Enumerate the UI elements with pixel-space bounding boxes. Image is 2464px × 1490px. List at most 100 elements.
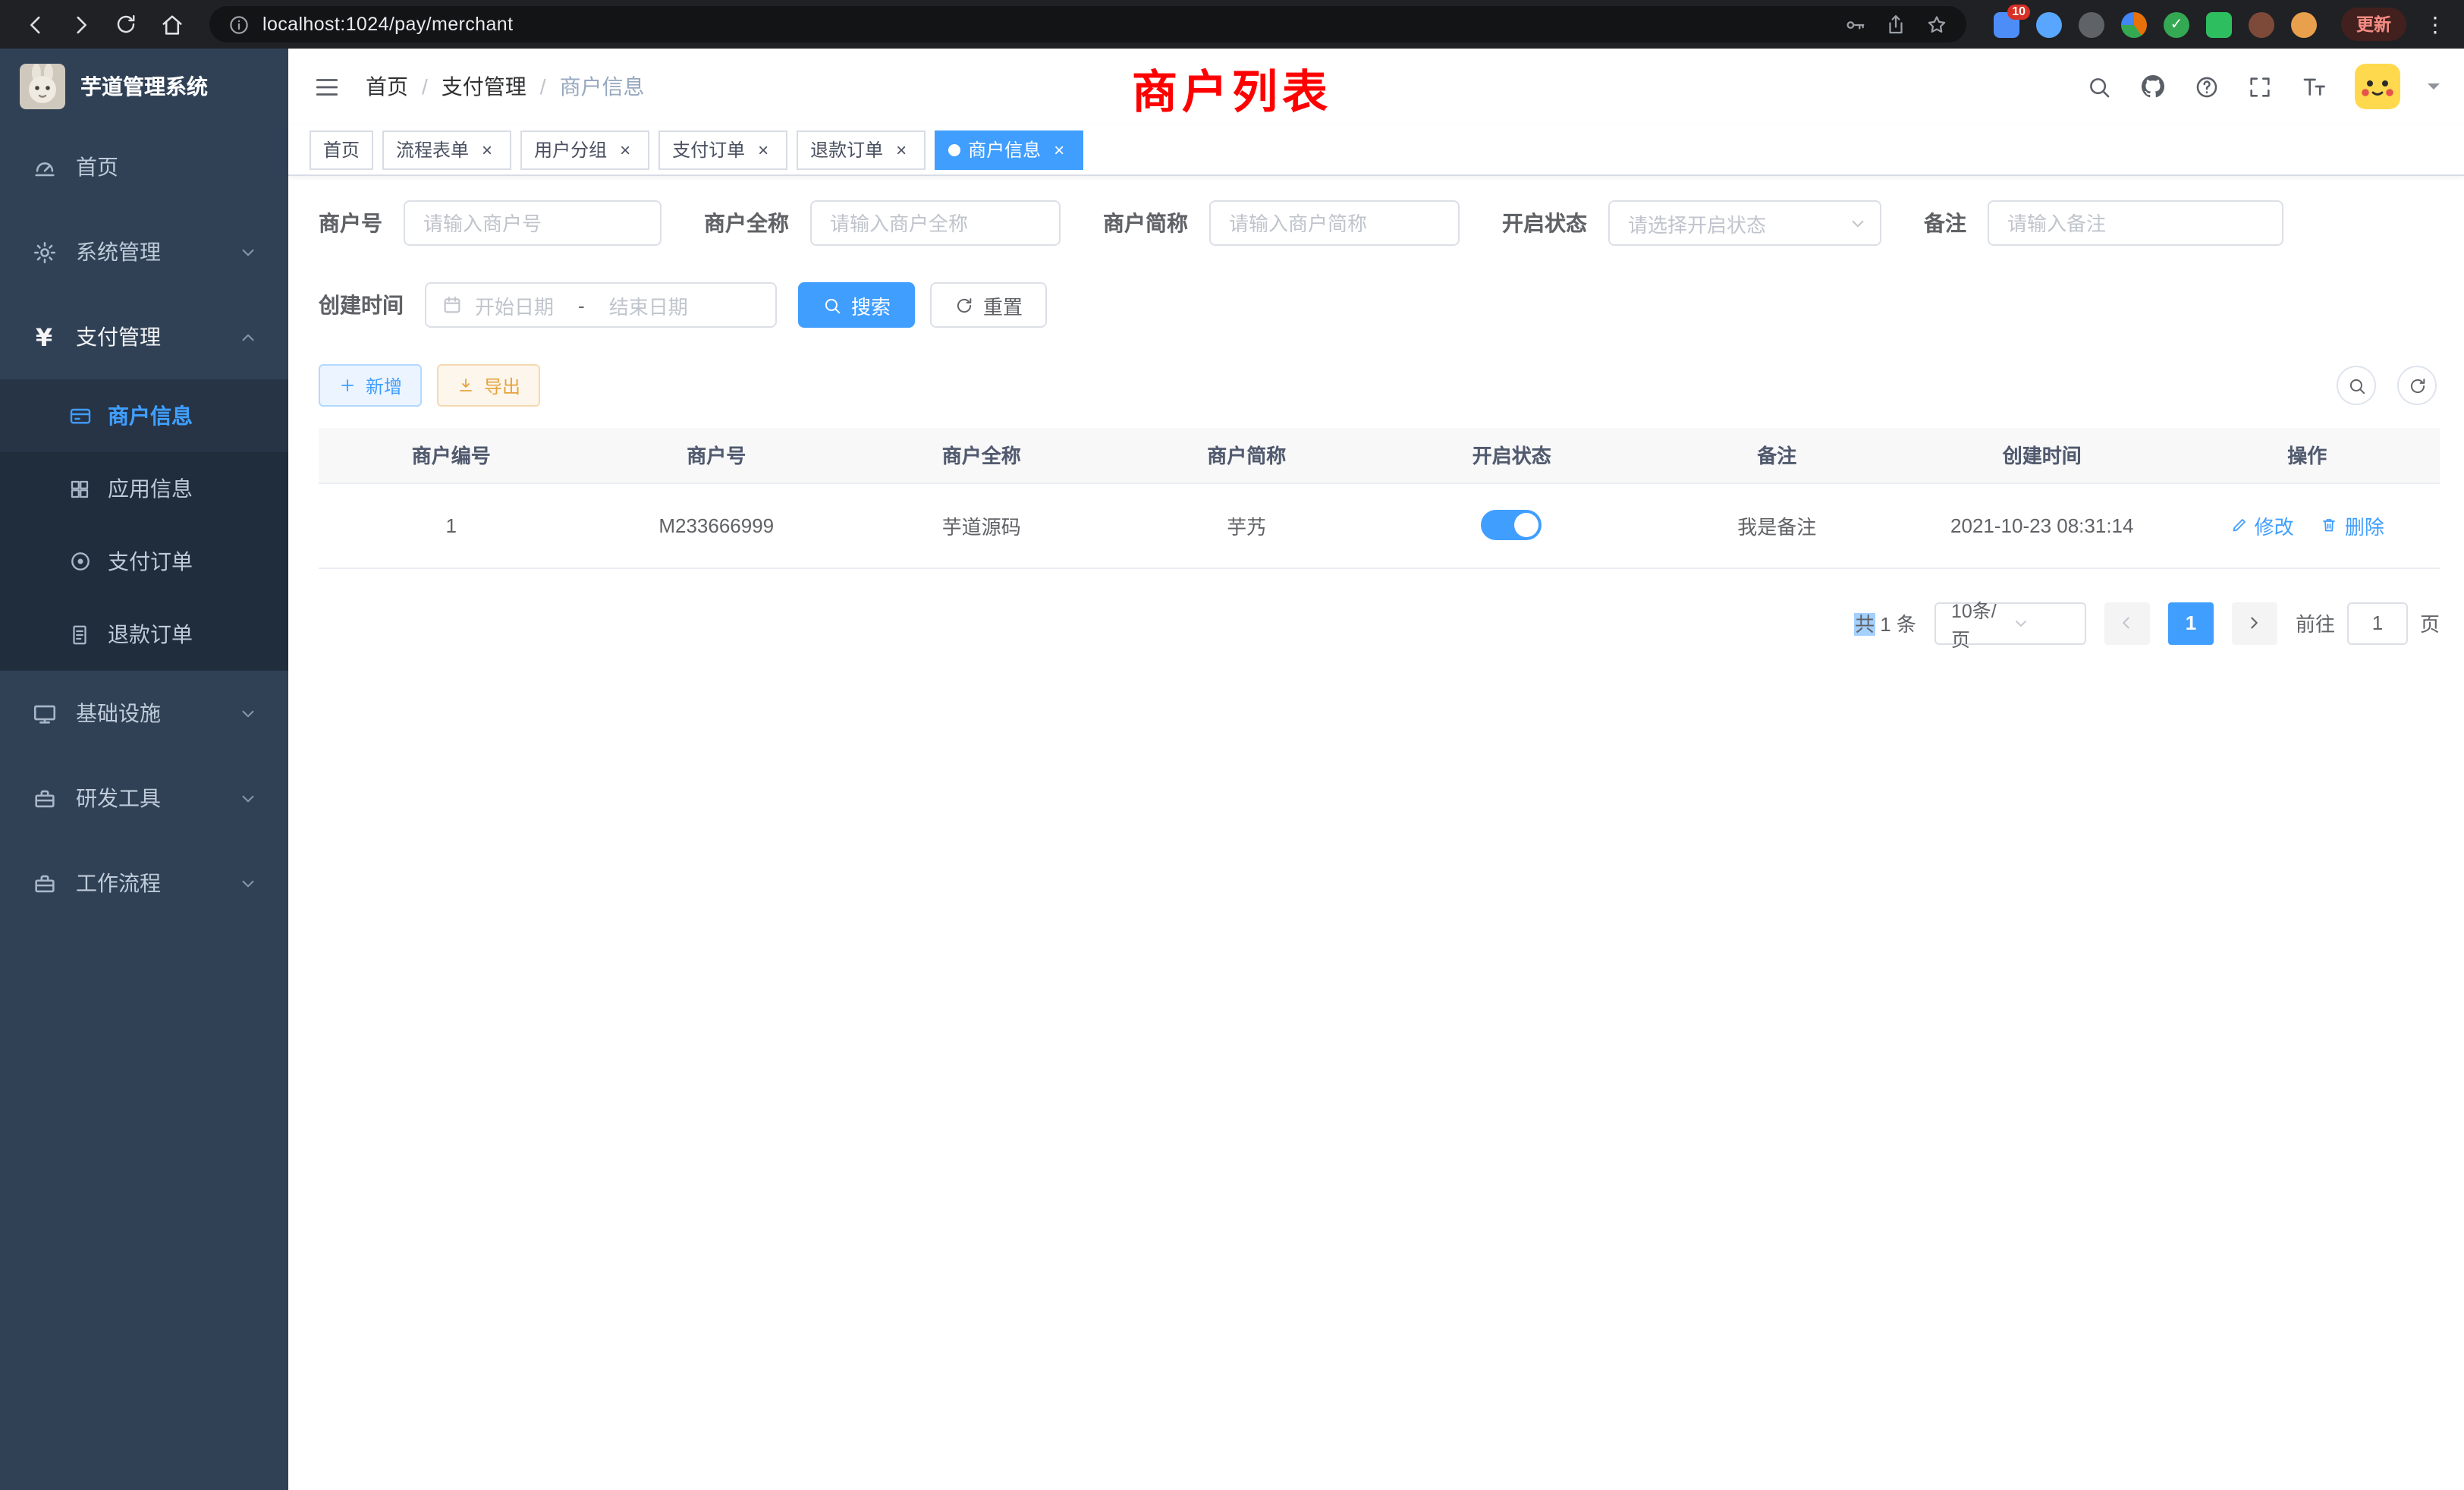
sidebar-item-refund-orders[interactable]: 退款订单 bbox=[0, 598, 288, 671]
share-icon[interactable] bbox=[1884, 13, 1907, 36]
filter-remark: 备注 bbox=[1924, 200, 2283, 246]
chevron-down-icon bbox=[238, 788, 258, 808]
export-button[interactable]: 导出 bbox=[437, 364, 540, 407]
github-icon[interactable] bbox=[2139, 73, 2167, 100]
hamburger-icon[interactable] bbox=[313, 72, 341, 101]
bookmark-star-icon[interactable] bbox=[1925, 13, 1948, 36]
gear-icon bbox=[30, 239, 58, 265]
sidebar-item-infrastructure[interactable]: 基础设施 bbox=[0, 671, 288, 756]
extension-icon[interactable]: 10 bbox=[1994, 11, 2019, 37]
search-icon[interactable] bbox=[2086, 74, 2112, 99]
address-bar[interactable]: localhost:1024/pay/merchant bbox=[209, 6, 1966, 42]
short-name-input[interactable] bbox=[1209, 200, 1460, 246]
next-page-button[interactable] bbox=[2232, 602, 2277, 644]
toggle-search-icon[interactable] bbox=[2337, 366, 2376, 405]
tab-process-form[interactable]: 流程表单 × bbox=[382, 130, 511, 169]
page-number-button[interactable]: 1 bbox=[2168, 602, 2214, 644]
doc-icon bbox=[67, 623, 93, 646]
goto-page-input[interactable] bbox=[2347, 602, 2408, 644]
col-header: 商户号 bbox=[584, 428, 850, 483]
full-name-input[interactable] bbox=[810, 200, 1061, 246]
sidebar-item-app-info[interactable]: 应用信息 bbox=[0, 452, 288, 525]
tab-payment-orders[interactable]: 支付订单 × bbox=[658, 130, 787, 169]
extension-icon[interactable] bbox=[2121, 11, 2147, 37]
sidebar-item-label: 退款订单 bbox=[108, 619, 193, 649]
chevron-down-icon bbox=[238, 242, 258, 262]
close-icon[interactable]: × bbox=[1048, 139, 1070, 160]
button-label: 删除 bbox=[2345, 511, 2384, 539]
table-toolbar: 新增 导出 bbox=[319, 364, 2440, 407]
cell-full-name: 芋道源码 bbox=[849, 483, 1114, 567]
cell-merchant-id: 1 bbox=[319, 483, 584, 567]
extension-icon[interactable] bbox=[2206, 11, 2232, 37]
sidebar-item-dev-tools[interactable]: 研发工具 bbox=[0, 756, 288, 841]
key-icon[interactable] bbox=[1843, 13, 1866, 36]
caret-down-icon[interactable] bbox=[2428, 83, 2440, 96]
sidebar-item-workflow[interactable]: 工作流程 bbox=[0, 841, 288, 926]
button-label: 重置 bbox=[983, 291, 1023, 319]
question-icon[interactable] bbox=[2194, 74, 2220, 99]
browser-reload-button[interactable] bbox=[106, 5, 146, 44]
extension-icon[interactable] bbox=[2249, 11, 2274, 37]
breadcrumb-payment[interactable]: 支付管理 bbox=[442, 71, 526, 102]
merchant-no-input[interactable] bbox=[404, 200, 662, 246]
page-size-select[interactable]: 10条/页 bbox=[1934, 602, 2086, 644]
col-header: 操作 bbox=[2175, 428, 2440, 483]
page-content: 商户号 商户全称 商户简称 开启状态 请选择开启状态 bbox=[288, 176, 2464, 1490]
tab-refund-orders[interactable]: 退款订单 × bbox=[797, 130, 926, 169]
avatar[interactable] bbox=[2355, 64, 2400, 109]
extension-icon[interactable] bbox=[2291, 11, 2317, 37]
page-size-value: 10条/页 bbox=[1951, 594, 2012, 652]
cell-status bbox=[1379, 483, 1645, 567]
close-icon[interactable]: × bbox=[476, 139, 498, 160]
field-label: 商户简称 bbox=[1103, 208, 1188, 238]
cell-merchant-no: M233666999 bbox=[584, 483, 850, 567]
url-text[interactable]: localhost:1024/pay/merchant bbox=[262, 14, 513, 35]
prev-page-button[interactable] bbox=[2104, 602, 2150, 644]
status-select[interactable]: 请选择开启状态 bbox=[1608, 200, 1881, 246]
browser-update-button[interactable]: 更新 bbox=[2341, 8, 2406, 41]
extension-icon[interactable]: ✓ bbox=[2164, 11, 2189, 37]
browser-forward-button[interactable] bbox=[61, 5, 100, 44]
sidebar-item-label: 支付管理 bbox=[76, 322, 161, 352]
extension-icon[interactable] bbox=[2036, 11, 2062, 37]
sidebar-item-merchant-info[interactable]: 商户信息 bbox=[0, 379, 288, 452]
breadcrumb-home[interactable]: 首页 bbox=[366, 71, 408, 102]
filter-row-2: 创建时间 开始日期 - 结束日期 搜索 重置 bbox=[319, 282, 2440, 328]
sidebar-item-payment-orders[interactable]: 支付订单 bbox=[0, 525, 288, 598]
tab-home[interactable]: 首页 bbox=[310, 130, 373, 169]
delete-button[interactable]: 删除 bbox=[2321, 511, 2384, 539]
tab-label: 退款订单 bbox=[810, 137, 883, 162]
extension-icon[interactable] bbox=[2079, 11, 2104, 37]
edit-button[interactable]: 修改 bbox=[2230, 511, 2294, 539]
kebab-menu-icon[interactable]: ⋮ bbox=[2422, 11, 2449, 37]
close-icon[interactable]: × bbox=[753, 139, 774, 160]
add-button[interactable]: 新增 bbox=[319, 364, 422, 407]
filter-row-1: 商户号 商户全称 商户简称 开启状态 请选择开启状态 bbox=[319, 200, 2440, 246]
browser-toolbar: localhost:1024/pay/merchant 10 ✓ 更新 ⋮ bbox=[0, 0, 2464, 49]
close-icon[interactable]: × bbox=[891, 139, 912, 160]
sidebar-item-payment[interactable]: ¥ 支付管理 bbox=[0, 294, 288, 379]
browser-home-button[interactable] bbox=[152, 5, 191, 44]
search-button[interactable]: 搜索 bbox=[798, 282, 915, 328]
fullscreen-icon[interactable] bbox=[2247, 74, 2273, 99]
info-icon[interactable] bbox=[228, 13, 250, 36]
browser-back-button[interactable] bbox=[15, 5, 55, 44]
pagination: 共 1 条 10条/页 1 前往 页 bbox=[319, 602, 2440, 644]
sidebar-item-label: 系统管理 bbox=[76, 237, 161, 267]
status-toggle[interactable] bbox=[1482, 510, 1542, 540]
reset-button[interactable]: 重置 bbox=[930, 282, 1047, 328]
remark-input[interactable] bbox=[1988, 200, 2283, 246]
sidebar-item-system[interactable]: 系统管理 bbox=[0, 209, 288, 294]
tab-label: 流程表单 bbox=[396, 137, 469, 162]
date-range-picker[interactable]: 开始日期 - 结束日期 bbox=[425, 282, 777, 328]
tab-user-group[interactable]: 用户分组 × bbox=[520, 130, 649, 169]
refresh-icon[interactable] bbox=[2397, 366, 2437, 405]
font-size-icon[interactable] bbox=[2300, 73, 2327, 100]
button-label: 导出 bbox=[484, 372, 520, 398]
app-logo[interactable]: 芋道管理系统 bbox=[0, 49, 288, 124]
close-icon[interactable]: × bbox=[614, 139, 636, 160]
cell-create-time: 2021-10-23 08:31:14 bbox=[1909, 483, 2175, 567]
sidebar-item-home[interactable]: 首页 bbox=[0, 124, 288, 209]
tab-merchant-info[interactable]: 商户信息 × bbox=[935, 130, 1083, 169]
